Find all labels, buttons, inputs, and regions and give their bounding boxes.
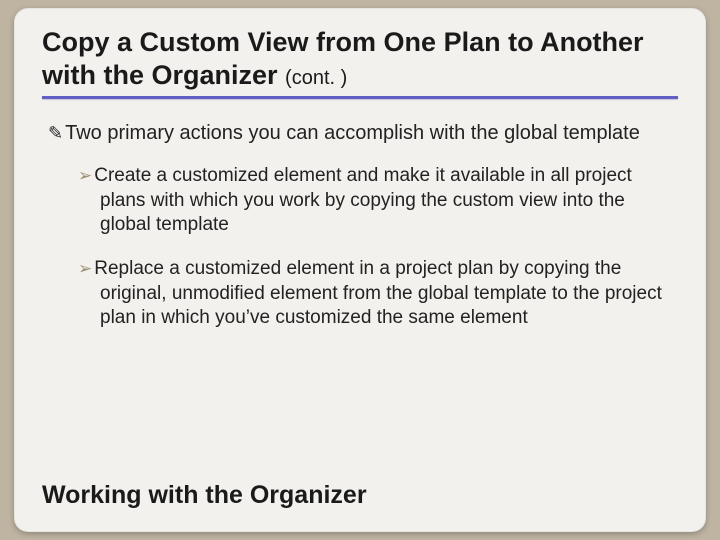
footer-title: Working with the Organizer: [42, 481, 367, 510]
script-bullet-icon: ✎: [48, 123, 65, 143]
slide-title: Copy a Custom View from One Plan to Anot…: [42, 26, 678, 92]
title-block: Copy a Custom View from One Plan to Anot…: [42, 26, 678, 99]
title-underline: [42, 96, 678, 99]
sub-item-2: Replace a customized element in a projec…: [94, 258, 662, 328]
bullet-level1: ✎Two primary actions you can accomplish …: [42, 121, 678, 147]
body-text: ✎Two primary actions you can accomplish …: [42, 121, 678, 330]
slide: Copy a Custom View from One Plan to Anot…: [14, 8, 706, 532]
sub-item-1: Create a customized element and make it …: [94, 165, 632, 235]
bullet-level2: ➢Create a customized element and make it…: [42, 164, 678, 237]
intro-text: Two primary actions you can accomplish w…: [65, 122, 640, 144]
bullet-level2: ➢Replace a customized element in a proje…: [42, 257, 678, 330]
arrow-bullet-icon: ➢: [78, 259, 94, 278]
arrow-bullet-icon: ➢: [78, 166, 94, 185]
title-cont: (cont. ): [285, 67, 347, 89]
